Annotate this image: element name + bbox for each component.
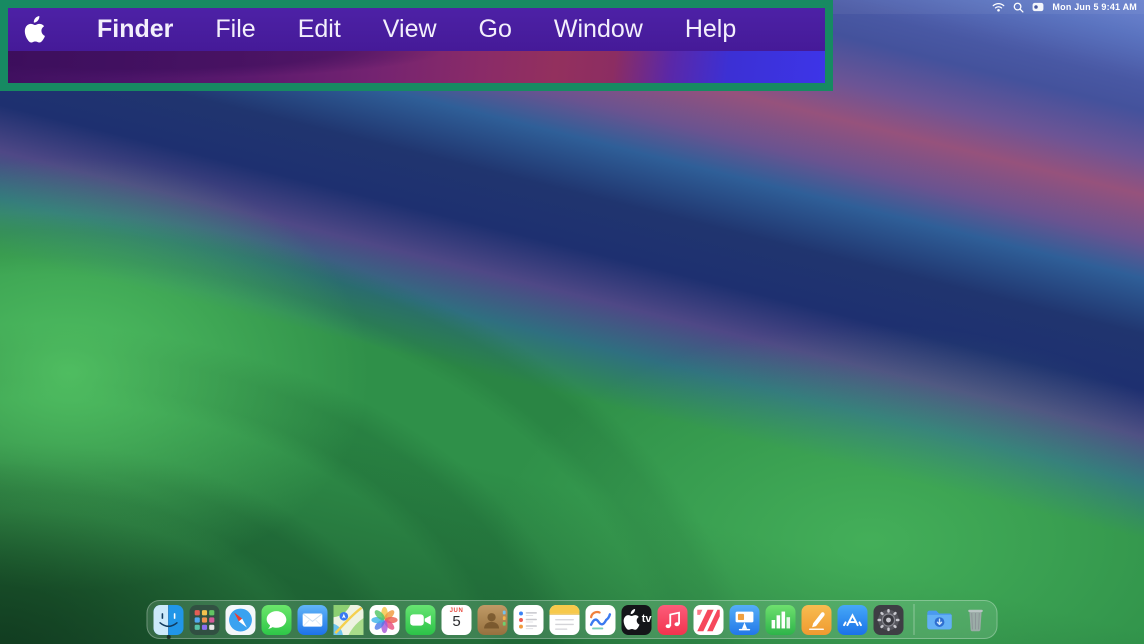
dock-item-tv[interactable]: tv (622, 605, 652, 635)
tv-label: tv (642, 614, 652, 625)
dock-item-freeform[interactable] (586, 605, 616, 635)
menu-bar: FinderFileEditViewGoWindowHelp (8, 8, 825, 51)
menu-edit[interactable]: Edit (277, 15, 362, 44)
dock-item-music[interactable] (658, 605, 688, 635)
menu-help[interactable]: Help (664, 15, 757, 44)
dock-item-finder[interactable] (154, 605, 184, 635)
wifi-icon[interactable] (992, 2, 1005, 12)
dock-item-calendar[interactable]: JUN5 (442, 605, 472, 635)
dock-item-news[interactable] (694, 605, 724, 635)
dock-item-downloads[interactable] (925, 605, 955, 635)
control-center-icon[interactable] (1032, 2, 1044, 12)
dock-separator (914, 604, 915, 635)
desktop: Mon Jun 5 9:41 AM FinderFileEditViewGoWi… (0, 0, 1144, 644)
dock-item-notes[interactable] (550, 605, 580, 635)
dock-item-reminders[interactable] (514, 605, 544, 635)
apple-logo-small (622, 605, 641, 635)
menu-view[interactable]: View (362, 15, 458, 44)
menu-app-finder[interactable]: Finder (76, 15, 194, 44)
menu-file[interactable]: File (194, 15, 276, 44)
spotlight-search-icon[interactable] (1013, 2, 1024, 13)
menu-window[interactable]: Window (533, 15, 664, 44)
dock-item-keynote[interactable] (730, 605, 760, 635)
apple-menu-icon[interactable] (22, 16, 46, 44)
dock-item-mail[interactable] (298, 605, 328, 635)
menu-bar-status: Mon Jun 5 9:41 AM (833, 0, 1144, 14)
status-icons (992, 2, 1044, 13)
dock-item-pages[interactable] (802, 605, 832, 635)
calendar-day-label: 5 (452, 614, 460, 631)
dock-item-facetime[interactable] (406, 605, 436, 635)
dock: JUN5 tv (147, 600, 998, 639)
dock-item-trash[interactable] (961, 605, 991, 635)
dock-item-numbers[interactable] (766, 605, 796, 635)
dock-item-launchpad[interactable] (190, 605, 220, 635)
dock-item-settings[interactable] (874, 605, 904, 635)
dock-item-contacts[interactable] (478, 605, 508, 635)
menu-bar-clock[interactable]: Mon Jun 5 9:41 AM (1052, 2, 1137, 12)
menu-go[interactable]: Go (458, 15, 533, 44)
dock-item-safari[interactable] (226, 605, 256, 635)
dock-item-appstore[interactable] (838, 605, 868, 635)
magnified-menu-bar-overlay: FinderFileEditViewGoWindowHelp (0, 0, 833, 91)
magnified-wallpaper (8, 51, 825, 83)
wallpaper (0, 0, 1144, 644)
dock-item-messages[interactable] (262, 605, 292, 635)
dock-item-photos[interactable] (370, 605, 400, 635)
dock-item-maps[interactable] (334, 605, 364, 635)
